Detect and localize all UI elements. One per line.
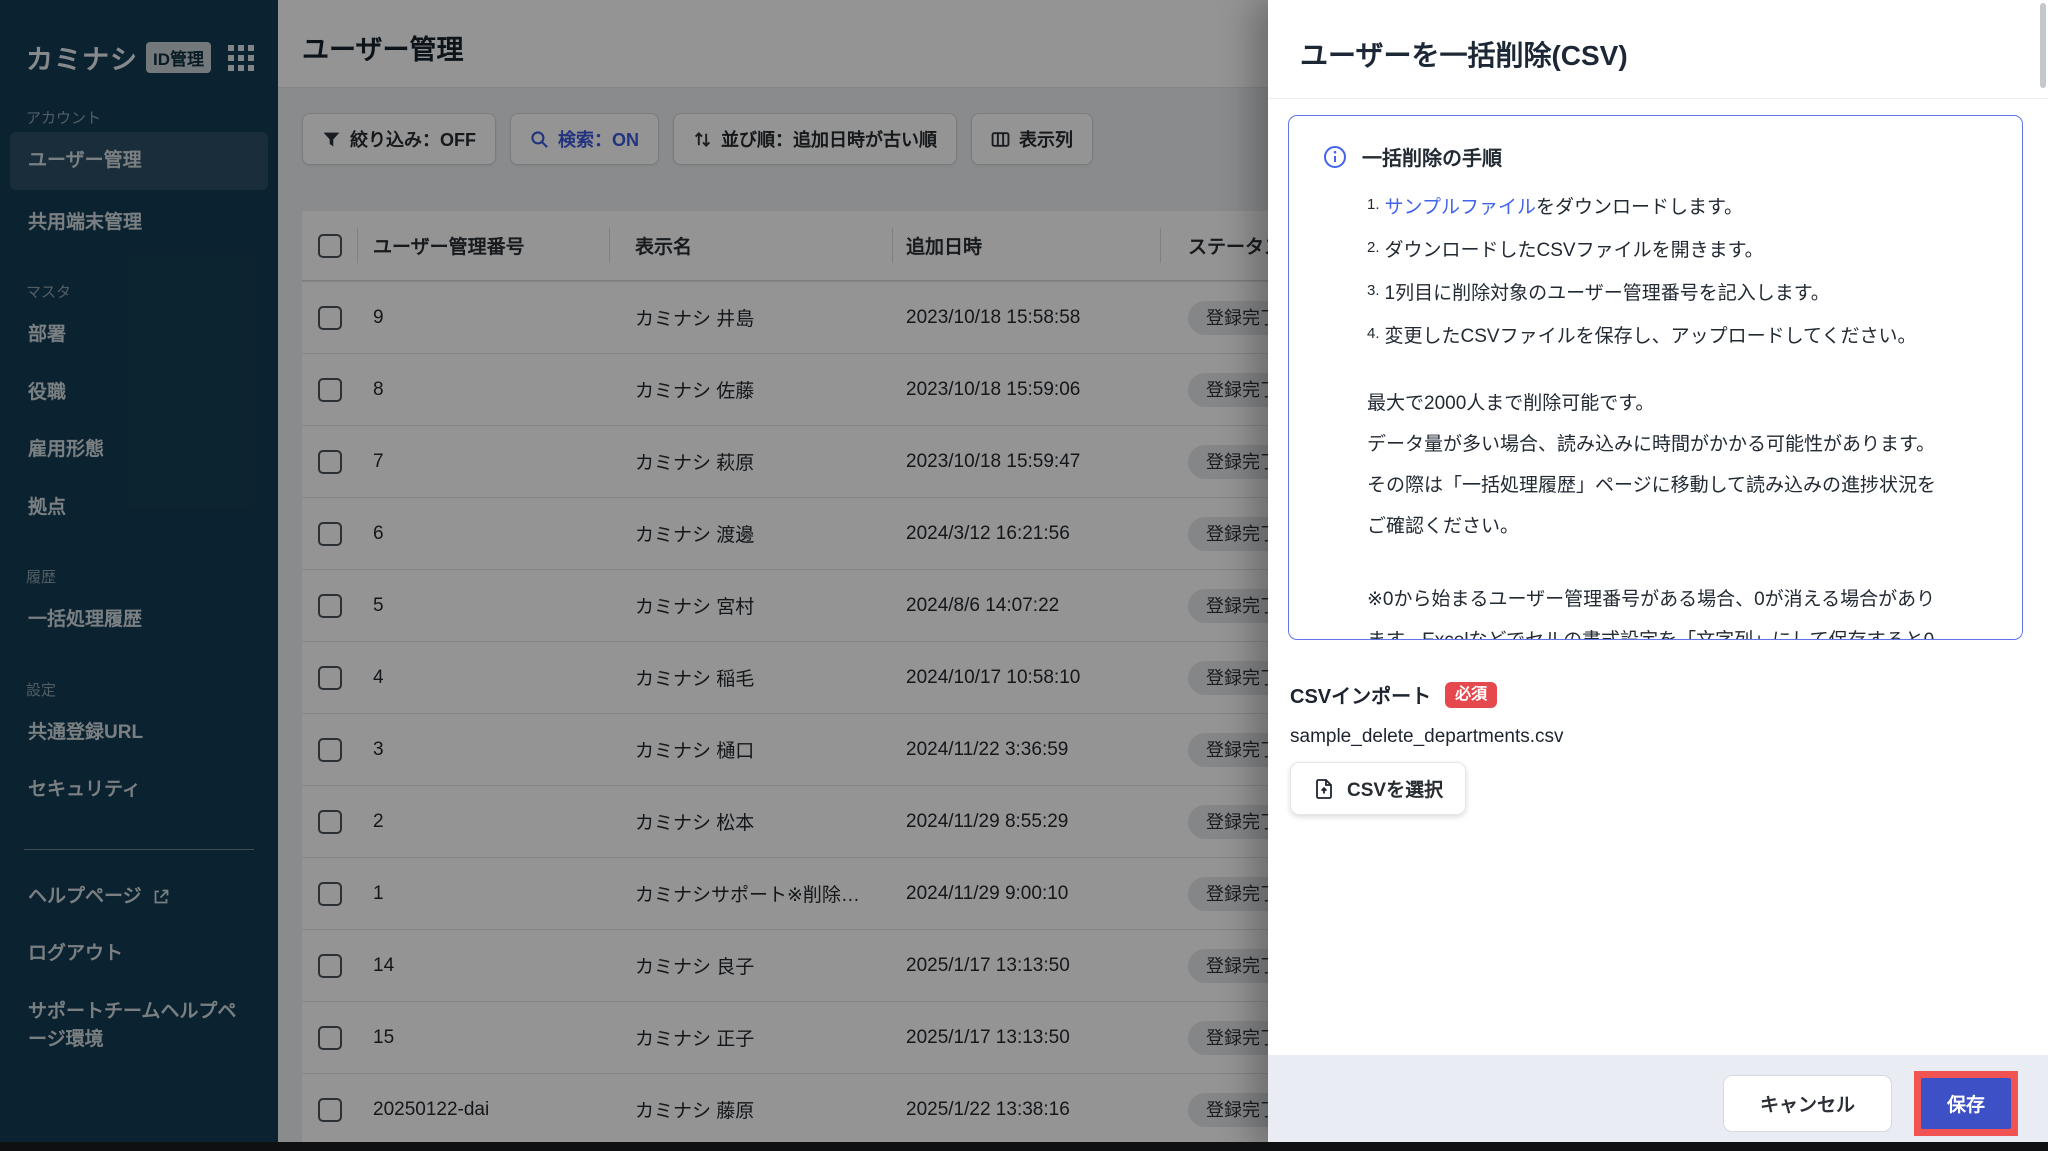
required-badge: 必須 (1445, 682, 1497, 708)
info-icon (1323, 145, 1347, 169)
csv-filename: sample_delete_departments.csv (1290, 726, 1564, 748)
sample-file-link[interactable]: サンプルファイル (1385, 197, 1536, 218)
csv-select-button[interactable]: CSVを選択 (1290, 762, 1466, 815)
info-paragraph-1: 最大で2000人まで削除可能です。データ量が多い場合、読み込みに時間がかかる可能… (1367, 383, 1988, 547)
delete-step: 1.サンプルファイルをダウンロードします。 (1367, 185, 1988, 228)
info-box: 一括削除の手順 1.サンプルファイルをダウンロードします。2.ダウンロードしたC… (1288, 115, 2023, 640)
delete-steps-list: 1.サンプルファイルをダウンロードします。2.ダウンロードしたCSVファイルを開… (1367, 185, 1988, 357)
drawer-scrollbar-thumb[interactable] (2040, 3, 2046, 88)
csv-import-label: CSVインポート (1290, 680, 1431, 709)
modal-overlay[interactable] (0, 0, 1268, 1151)
info-heading: 一括削除の手順 (1362, 142, 1502, 171)
save-button[interactable]: 保存 (1921, 1078, 2011, 1129)
bulk-delete-drawer: ユーザーを一括削除(CSV) 一括削除の手順 1.サンプルファイルをダウンロード… (1268, 0, 2048, 1151)
drawer-divider (1268, 98, 2048, 99)
cancel-button[interactable]: キャンセル (1723, 1075, 1892, 1132)
delete-step: 3.1列目に削除対象のユーザー管理番号を記入します。 (1367, 271, 1988, 314)
annotation-highlight-box: 保存 (1914, 1071, 2018, 1136)
drawer-footer: キャンセル 保存 (1268, 1055, 2048, 1151)
info-paragraph-2: ※0から始まるユーザー管理番号がある場合、0が消える場合があります。Excelな… (1367, 579, 1988, 640)
window-bottom-edge (0, 1142, 2048, 1151)
file-upload-icon (1313, 778, 1335, 800)
drawer-title: ユーザーを一括削除(CSV) (1268, 0, 2048, 74)
delete-step: 4.変更したCSVファイルを保存し、アップロードしてください。 (1367, 314, 1988, 357)
delete-step: 2.ダウンロードしたCSVファイルを開きます。 (1367, 228, 1988, 271)
